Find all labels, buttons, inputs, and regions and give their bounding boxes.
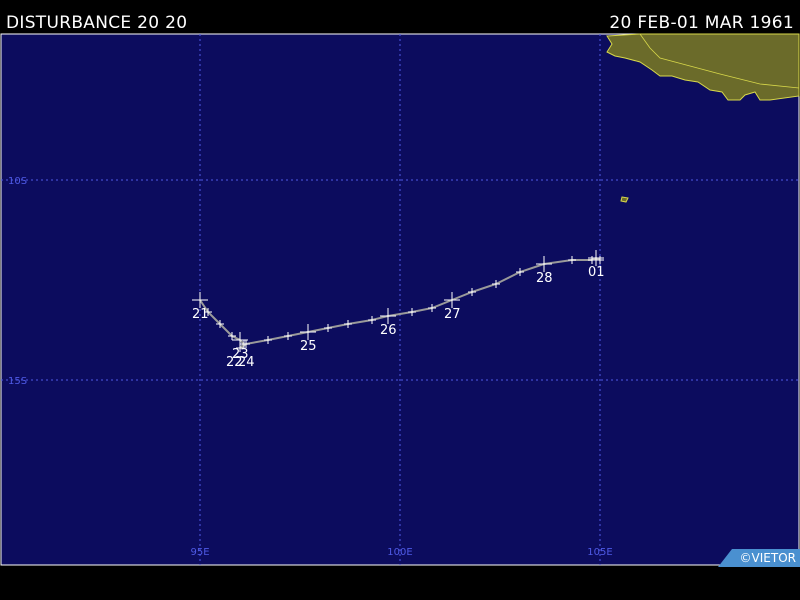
lon-label: 95E xyxy=(190,547,209,558)
storm-title: DISTURBANCE 20 20 xyxy=(6,13,188,33)
lat-label: 10S xyxy=(8,176,27,187)
day-label: 21 xyxy=(192,307,209,322)
day-label: 27 xyxy=(444,307,461,322)
lon-label: 105E xyxy=(587,547,612,558)
lon-label: 100E xyxy=(387,547,412,558)
credit-badge: ©VIETOR xyxy=(718,549,800,567)
date-range: 20 FEB-01 MAR 1961 xyxy=(609,13,794,33)
track-map: 10S15S95E 100E 105E212325262728 012224 xyxy=(0,33,800,566)
day-label: 24 xyxy=(238,355,255,370)
day-label: 28 xyxy=(536,271,553,286)
day-label: 26 xyxy=(380,323,397,338)
day-label: 25 xyxy=(300,339,317,354)
lat-label: 15S xyxy=(8,376,27,387)
day-label: 01 xyxy=(588,265,605,280)
